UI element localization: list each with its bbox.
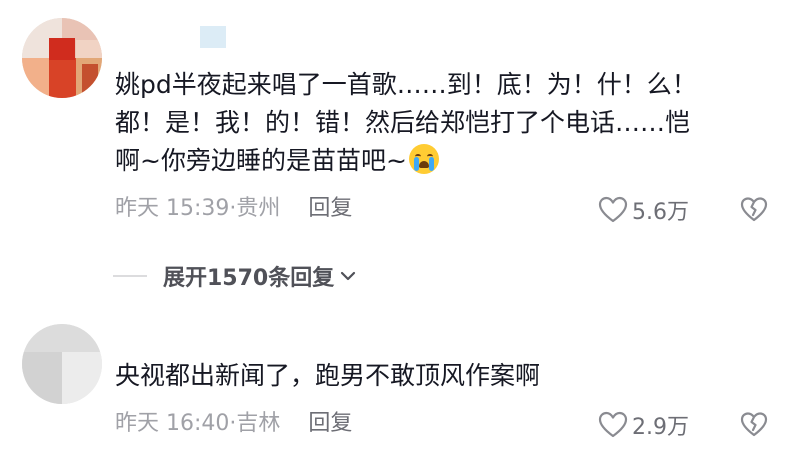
like-count: 2.9万 — [632, 415, 689, 440]
comment-text-line: 都！是！我！的！错！然后给郑恺打了个电话……恺 — [115, 108, 691, 137]
expand-replies-label: 展开1570条回复 — [163, 266, 335, 291]
expand-replies-button[interactable]: 展开1570条回复 — [113, 262, 358, 291]
avatar[interactable] — [22, 18, 102, 98]
reply-button[interactable]: 回复 — [308, 196, 352, 221]
comment-text-line: 姚pd半夜起来唱了一首歌……到！底！为！什！么！ — [115, 70, 697, 99]
loudly-crying-face-icon — [408, 144, 439, 174]
broken-heart-icon[interactable] — [740, 196, 768, 224]
comment-text-line: 央视都出新闻了，跑男不敢顶风作案啊 — [115, 361, 541, 390]
broken-heart-icon[interactable] — [740, 411, 768, 439]
username-redacted — [200, 26, 226, 48]
reply-button[interactable]: 回复 — [308, 411, 352, 436]
like-count: 5.6万 — [632, 200, 689, 225]
comment-text[interactable]: 央视都出新闻了，跑男不敢顶风作案啊 — [115, 357, 755, 395]
chevron-down-icon — [341, 271, 356, 281]
comment-text-line: 啊~你旁边睡的是苗苗吧~ — [115, 146, 407, 175]
divider — [113, 275, 147, 277]
like-button[interactable]: 2.9万 — [598, 410, 689, 440]
heart-icon — [598, 411, 628, 438]
avatar[interactable] — [22, 324, 102, 404]
heart-icon — [598, 196, 628, 223]
comment-meta: 昨天 16:40·吉林 回复 — [115, 409, 352, 439]
comment-meta: 昨天 15:39·贵州 回复 — [115, 194, 352, 224]
comment-text[interactable]: 姚pd半夜起来唱了一首歌……到！底！为！什！么！ 都！是！我！的！错！然后给郑恺打… — [115, 66, 755, 180]
comment-time: 昨天 15:39 — [115, 196, 230, 221]
like-button[interactable]: 5.6万 — [598, 195, 689, 225]
comment-location: 贵州 — [236, 196, 281, 221]
comment-time: 昨天 16:40 — [115, 411, 230, 436]
comment-location: 吉林 — [236, 411, 281, 436]
